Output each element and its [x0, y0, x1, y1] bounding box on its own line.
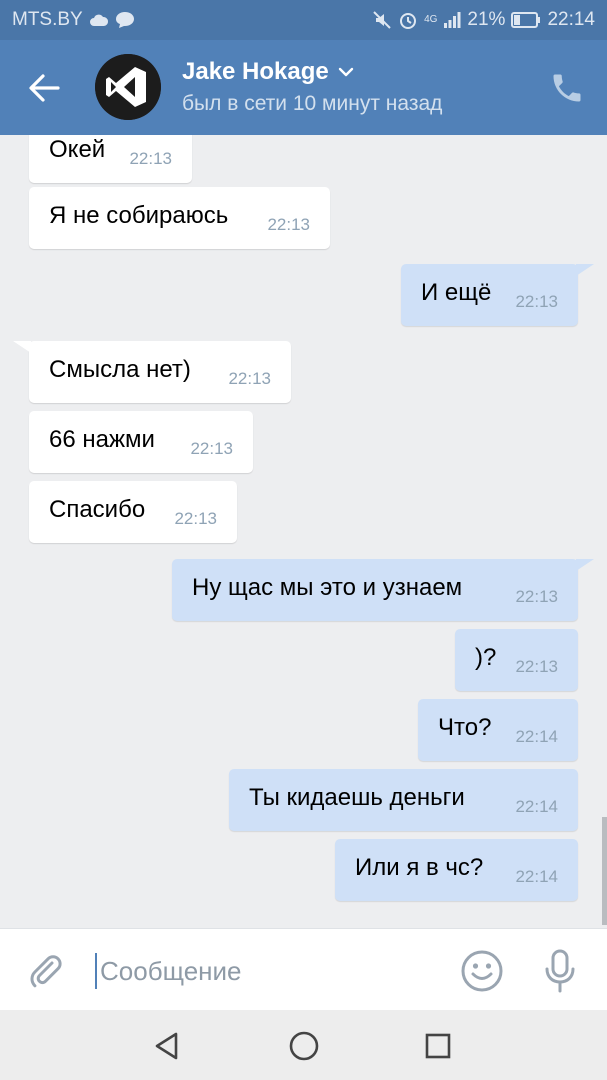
contact-name-label: Jake Hokage — [182, 58, 329, 85]
message-text: Окей — [49, 136, 106, 163]
message-incoming[interactable]: Я не собираюсь 22:13 — [29, 187, 330, 249]
square-recents-icon — [425, 1033, 451, 1059]
system-navigation-bar — [0, 1010, 607, 1080]
message-input[interactable] — [98, 949, 442, 993]
message-outgoing[interactable]: Ты кидаешь деньги 22:14 — [229, 769, 578, 831]
chat-header: Jake Hokage был в сети 10 минут назад — [0, 40, 607, 135]
arrow-left-icon — [29, 74, 60, 102]
clock-label: 22:14 — [547, 9, 595, 30]
phone-icon — [553, 74, 581, 102]
message-outgoing[interactable]: )? 22:13 — [455, 629, 578, 691]
message-time: 22:13 — [515, 657, 558, 676]
message-text: Спасибо — [49, 496, 146, 523]
signal-icon — [443, 11, 461, 29]
message-time: 22:14 — [515, 727, 558, 746]
cloud-icon — [89, 13, 109, 27]
circle-home-icon — [289, 1031, 319, 1061]
battery-icon — [511, 12, 541, 28]
message-incoming[interactable]: Окей 22:13 — [29, 135, 192, 183]
message-notification-icon — [115, 11, 135, 29]
voice-message-button[interactable] — [538, 947, 582, 995]
message-time: 22:13 — [515, 587, 558, 606]
emoji-button[interactable] — [460, 949, 504, 993]
carrier-label: MTS.BY — [12, 9, 83, 30]
message-outgoing[interactable]: Ну щас мы это и узнаем 22:13 — [172, 559, 594, 621]
message-time: 22:13 — [190, 439, 233, 458]
text-cursor — [95, 953, 97, 989]
contact-last-seen: был в сети 10 минут назад — [182, 92, 443, 115]
message-incoming[interactable]: Спасибо 22:13 — [29, 481, 237, 543]
message-text: И ещё — [421, 279, 492, 306]
message-incoming[interactable]: 66 нажми 22:13 — [29, 411, 253, 473]
message-text: Я не собираюсь — [49, 202, 229, 229]
alarm-icon — [398, 10, 418, 30]
microphone-icon — [545, 949, 575, 993]
message-time: 22:13 — [129, 149, 172, 168]
triangle-back-icon — [155, 1032, 178, 1060]
smiley-icon — [461, 950, 503, 992]
message-outgoing[interactable]: И ещё 22:13 — [401, 264, 594, 326]
nav-recent-apps-button[interactable] — [420, 1028, 456, 1064]
scrollbar[interactable] — [602, 817, 607, 925]
chevron-down-icon — [338, 67, 353, 77]
message-text: Смысла нет) — [49, 356, 191, 383]
paperclip-icon — [30, 955, 62, 988]
message-text: Что? — [438, 714, 492, 741]
message-text: Или я в чс? — [355, 854, 484, 881]
status-bar: MTS.BY 4G 21% 22:14 — [0, 0, 607, 40]
nav-back-button[interactable] — [150, 1028, 186, 1064]
nav-home-button[interactable] — [285, 1027, 323, 1065]
battery-percent-label: 21% — [467, 9, 506, 30]
message-text: )? — [475, 644, 497, 671]
message-text: Ты кидаешь деньги — [249, 784, 465, 811]
contact-name[interactable]: Jake Hokage — [182, 58, 355, 86]
message-time: 22:13 — [174, 509, 217, 528]
message-incoming[interactable]: Смысла нет) 22:13 — [13, 341, 291, 403]
back-button[interactable] — [22, 66, 66, 110]
message-time: 22:13 — [515, 292, 558, 311]
attach-button[interactable] — [28, 951, 68, 991]
message-time: 22:13 — [267, 215, 310, 234]
composer-bar — [0, 928, 607, 1011]
message-text: 66 нажми — [49, 426, 155, 453]
message-time: 22:14 — [515, 867, 558, 886]
mute-icon — [372, 10, 392, 30]
message-text: Ну щас мы это и узнаем — [192, 574, 463, 601]
message-time: 22:14 — [515, 797, 558, 816]
message-time: 22:13 — [228, 369, 271, 388]
message-outgoing[interactable]: Или я в чс? 22:14 — [335, 839, 578, 901]
network-type-label: 4G — [424, 14, 438, 25]
message-outgoing[interactable]: Что? 22:14 — [418, 699, 578, 761]
call-button[interactable] — [549, 70, 585, 106]
message-list[interactable]: Окей 22:13 Я не собираюсь 22:13 И ещё 22… — [0, 135, 607, 928]
visual-studio-logo-icon — [95, 54, 161, 120]
avatar[interactable] — [95, 54, 161, 120]
